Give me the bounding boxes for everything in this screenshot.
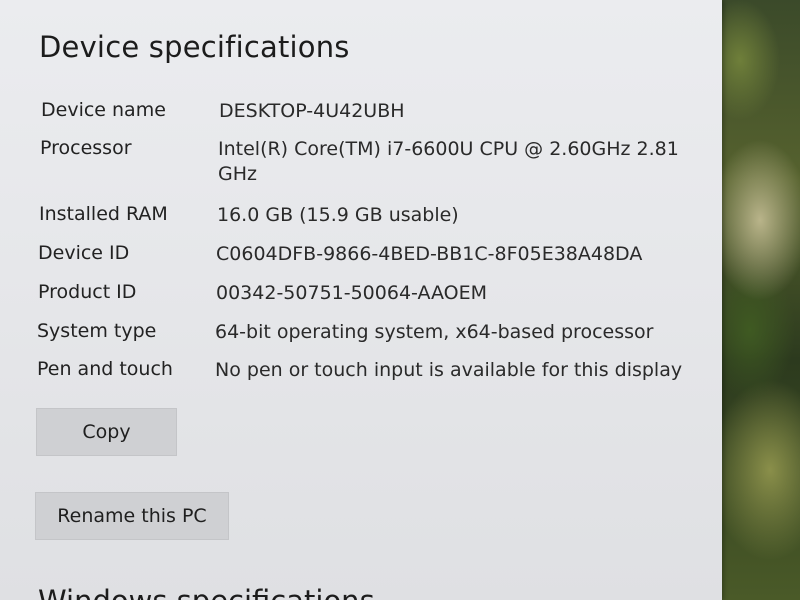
spec-value[interactable]: DESKTOP-4U42UBH (219, 99, 405, 124)
rename-pc-button[interactable]: Rename this PC (35, 492, 229, 540)
section-title: Device specifications (39, 30, 350, 64)
spec-label: System type (37, 320, 157, 342)
settings-panel: Device specifications Device name DESKTO… (0, 0, 722, 600)
spec-value[interactable]: 64-bit operating system, x64-based proce… (215, 320, 653, 345)
spec-value[interactable]: 00342-50751-50064-AAOEM (216, 281, 487, 306)
spec-label: Device name (41, 99, 166, 121)
next-section-title: Windows specifications (38, 584, 375, 600)
spec-value[interactable]: C0604DFB-9866-4BED-BB1C-8F05E38A48DA (216, 242, 642, 267)
spec-label: Device ID (38, 242, 130, 264)
spec-label: Product ID (38, 281, 137, 303)
spec-label: Processor (40, 137, 132, 159)
spec-value[interactable]: 16.0 GB (15.9 GB usable) (217, 203, 459, 228)
spec-value[interactable]: No pen or touch input is available for t… (215, 358, 682, 383)
spec-label: Pen and touch (37, 358, 173, 380)
spec-value[interactable]: Intel(R) Core(TM) i7-6600U CPU @ 2.60GHz… (218, 137, 688, 187)
spec-label: Installed RAM (39, 203, 168, 225)
copy-button[interactable]: Copy (36, 408, 177, 456)
